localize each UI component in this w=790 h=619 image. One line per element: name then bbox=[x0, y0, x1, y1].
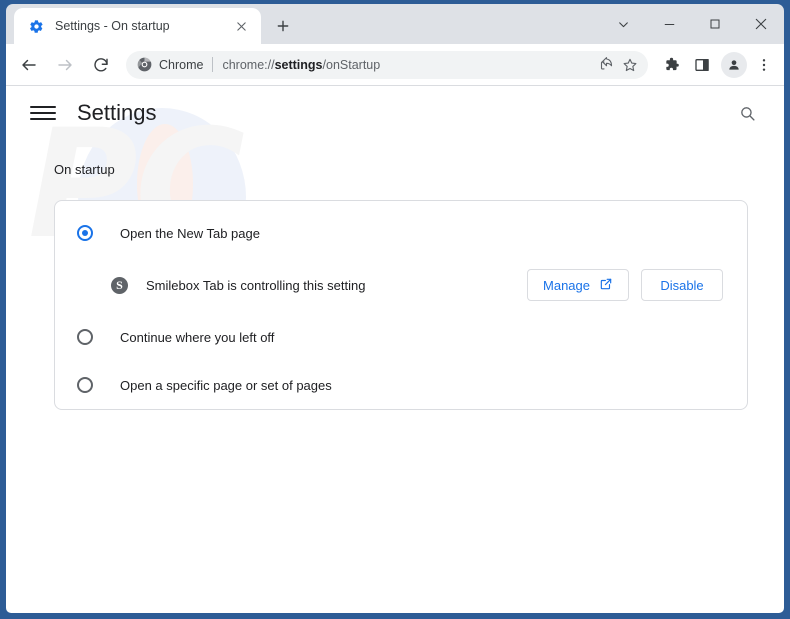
omnibox-divider bbox=[212, 57, 214, 72]
url-strong: settings bbox=[274, 57, 323, 72]
back-button[interactable] bbox=[14, 50, 44, 80]
extensions-icon[interactable] bbox=[657, 51, 685, 79]
extension-icon-letter: S bbox=[116, 278, 123, 292]
settings-content: On startup Open the New Tab page S Smile… bbox=[6, 162, 784, 410]
radio-button-new-tab[interactable] bbox=[77, 225, 93, 241]
gear-icon bbox=[28, 18, 44, 34]
radio-button-continue[interactable] bbox=[77, 329, 93, 345]
startup-option-continue[interactable]: Continue where you left off bbox=[55, 313, 747, 361]
section-title: On startup bbox=[54, 162, 115, 177]
startup-option-label: Open a specific page or set of pages bbox=[120, 377, 332, 393]
on-startup-card: Open the New Tab page S Smilebox Tab is … bbox=[54, 200, 748, 410]
close-icon[interactable] bbox=[231, 16, 251, 36]
startup-option-label: Continue where you left off bbox=[120, 329, 275, 345]
avatar[interactable] bbox=[721, 51, 747, 78]
window-caption-buttons bbox=[600, 4, 784, 44]
startup-option-label: Open the New Tab page bbox=[120, 225, 260, 241]
tab-search-button[interactable] bbox=[600, 7, 646, 41]
radio-button-specific-pages[interactable] bbox=[77, 377, 93, 393]
manage-button-label: Manage bbox=[543, 277, 590, 293]
settings-page: PC risk.com Settings On startup Open the… bbox=[6, 86, 784, 613]
chrome-menu-button[interactable] bbox=[750, 51, 778, 79]
share-icon[interactable] bbox=[594, 53, 618, 77]
reload-button[interactable] bbox=[86, 50, 116, 80]
extension-notice-text: Smilebox Tab is controlling this setting bbox=[146, 277, 366, 293]
manage-button[interactable]: Manage bbox=[527, 269, 629, 301]
startup-option-new-tab[interactable]: Open the New Tab page bbox=[55, 209, 747, 257]
settings-header: Settings bbox=[6, 86, 784, 140]
open-in-new-icon bbox=[599, 277, 613, 294]
browser-window: Settings - On startup Chrome chrome://se… bbox=[0, 0, 790, 619]
page-title: Settings bbox=[77, 100, 157, 125]
extension-actions: Manage Disable bbox=[527, 269, 723, 301]
url-suffix: /onStartup bbox=[322, 57, 381, 72]
search-icon[interactable] bbox=[732, 98, 762, 128]
chrome-icon bbox=[136, 57, 152, 73]
star-icon[interactable] bbox=[618, 53, 642, 77]
browser-tab[interactable]: Settings - On startup bbox=[14, 8, 261, 44]
smilebox-extension-icon: S bbox=[111, 276, 128, 294]
omnibox-chrome-label: Chrome bbox=[159, 57, 204, 72]
new-tab-button[interactable] bbox=[269, 12, 297, 40]
disable-button-label: Disable bbox=[660, 277, 704, 293]
side-panel-icon[interactable] bbox=[688, 51, 716, 79]
tab-strip: Settings - On startup bbox=[6, 4, 784, 44]
tab-title: Settings - On startup bbox=[55, 19, 170, 33]
address-bar[interactable]: Chrome chrome://settings/onStartup bbox=[126, 50, 648, 79]
startup-option-specific-pages[interactable]: Open a specific page or set of pages bbox=[55, 361, 747, 409]
forward-button[interactable] bbox=[50, 50, 80, 80]
close-button[interactable] bbox=[738, 7, 784, 41]
minimize-button[interactable] bbox=[646, 7, 692, 41]
omnibox-url: chrome://settings/onStartup bbox=[222, 58, 594, 72]
disable-button[interactable]: Disable bbox=[641, 269, 723, 301]
url-prefix: chrome:// bbox=[222, 57, 275, 72]
extension-control-notice: S Smilebox Tab is controlling this setti… bbox=[55, 257, 747, 313]
browser-toolbar: Chrome chrome://settings/onStartup bbox=[6, 44, 784, 86]
maximize-button[interactable] bbox=[692, 7, 738, 41]
hamburger-menu-icon[interactable] bbox=[30, 100, 56, 126]
